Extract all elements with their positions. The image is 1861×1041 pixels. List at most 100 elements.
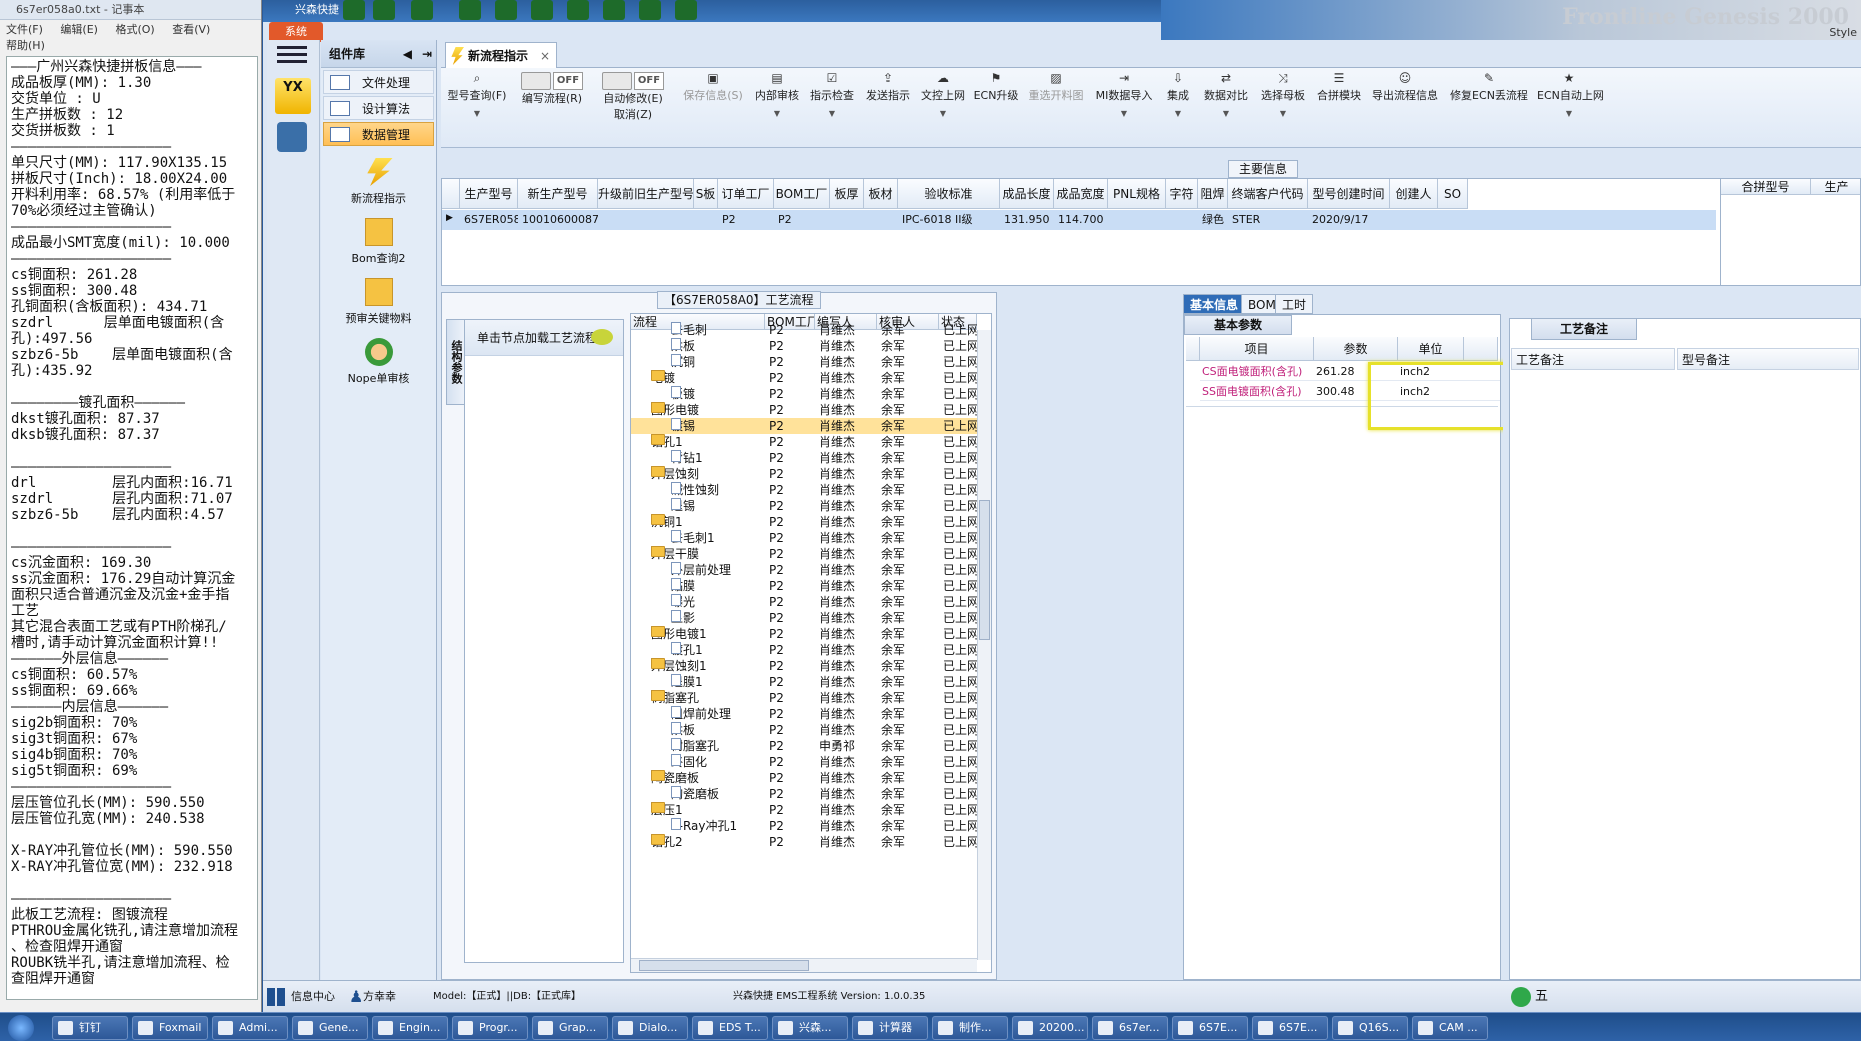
complib-item-file[interactable]: 文件处理 (323, 70, 434, 94)
column-header[interactable]: 订单工厂 (718, 179, 774, 209)
tree-row[interactable]: 碱性蚀刻 P2 肖维杰 余军 已上网 (631, 482, 977, 498)
grid-cell[interactable]: 6S7ER058A0 (460, 210, 518, 230)
info-center[interactable]: 信息中心 (291, 981, 335, 1013)
tree-row[interactable]: −沉铜1 P2 肖维杰 余军 已上网 (631, 514, 977, 530)
tree-row[interactable]: 贴膜 P2 肖维杰 余军 已上网 (631, 578, 977, 594)
column-header[interactable]: 升级前旧生产型号 (598, 179, 694, 209)
tree-node[interactable]: −钻孔2 (651, 834, 765, 850)
user-icon[interactable] (603, 0, 625, 20)
menu-icon[interactable] (567, 0, 589, 20)
system-tab[interactable]: 系统 (269, 22, 323, 42)
toolbar-button[interactable]: ☁ 文控上网 ▼ (919, 70, 967, 146)
menu-view[interactable]: 查看(V) (172, 22, 210, 38)
grid-cell[interactable] (1438, 210, 1468, 230)
toolbar-button[interactable]: ★ ECN自动上网 ▼ (1537, 70, 1604, 146)
tree-node[interactable]: −沉铜1 (651, 514, 765, 530)
toggle-switch[interactable]: OFF (517, 72, 587, 90)
tree-node[interactable]: 碱性蚀刻 (671, 482, 765, 498)
tree-node[interactable]: −图形电镀1 (651, 626, 765, 642)
toolbar-button[interactable]: OFF 自动修改(E) 取消(Z) (593, 70, 673, 146)
grid-cell[interactable]: 131.950 (1000, 210, 1054, 230)
tree-node[interactable]: 退锡 (671, 498, 765, 514)
tree-row[interactable]: −钻孔2 P2 肖维杰 余军 已上网 (631, 834, 977, 850)
toggle-switch[interactable]: OFF (593, 72, 673, 90)
tree-row[interactable]: −外层干膜 P2 肖维杰 余军 已上网 (631, 546, 977, 562)
tree-node[interactable]: −层压1 (651, 802, 765, 818)
toolbar-button[interactable]: ⚑ ECN升级 (973, 70, 1019, 146)
grid-cell[interactable] (864, 210, 898, 230)
chevron-down-icon[interactable]: ▼ (1161, 109, 1195, 118)
toolbar-button[interactable]: ⇄ 数据对比 ▼ (1201, 70, 1251, 146)
tree-node[interactable]: −电镀 (651, 370, 765, 386)
toolbar-button[interactable]: ☰ 合拼模块 (1315, 70, 1363, 146)
tree-row[interactable]: 曝光 P2 肖维杰 余军 已上网 (631, 594, 977, 610)
grid-icon[interactable] (411, 0, 433, 20)
column-header[interactable]: 创建人 (1390, 179, 1438, 209)
tree-row[interactable]: 树脂塞孔 P2 申勇祁 余军 已上网 (631, 738, 977, 754)
toolbar-button[interactable]: ⤨ 选择母板 ▼ (1257, 70, 1309, 146)
column-header[interactable]: 生产型号 (460, 179, 518, 209)
tree-node[interactable]: 去毛刺 (671, 322, 765, 338)
column-header[interactable]: 新生产型号 (518, 179, 598, 209)
tree-node[interactable]: 贴膜 (671, 578, 765, 594)
tree-row[interactable]: −层压1 P2 肖维杰 余军 已上网 (631, 802, 977, 818)
tree-row[interactable]: 烘板 P2 肖维杰 余军 已上网 (631, 338, 977, 354)
tree-row[interactable]: −图形电镀1 P2 肖维杰 余军 已上网 (631, 626, 977, 642)
column-header[interactable]: SO (1438, 179, 1468, 209)
tree-node[interactable]: 背钻1 (671, 450, 765, 466)
tree-row[interactable]: −树脂塞孔 P2 肖维杰 余军 已上网 (631, 690, 977, 706)
param-column-header[interactable]: 项目 (1200, 337, 1314, 361)
chevron-down-icon[interactable]: ▼ (443, 109, 511, 118)
grid-cell[interactable] (1390, 210, 1438, 230)
grid-cell[interactable]: STER (1228, 210, 1308, 230)
tree-row[interactable]: 镀锡 P2 肖维杰 余军 已上网 (631, 418, 977, 434)
column-header[interactable]: 字符 (1166, 179, 1198, 209)
tree-row[interactable]: 退膜1 P2 肖维杰 余军 已上网 (631, 674, 977, 690)
tree-row[interactable]: 背钻1 P2 肖维杰 余军 已上网 (631, 450, 977, 466)
tree-row[interactable]: −外层蚀刻 P2 肖维杰 余军 已上网 (631, 466, 977, 482)
tab-basic-info[interactable]: 基本信息 (1183, 294, 1246, 314)
toolbar-button[interactable]: ⌕ 型号查询(F) ▼ (443, 70, 511, 146)
tray-icon[interactable] (639, 0, 661, 20)
complib-item-design[interactable]: 设计算法 (323, 96, 434, 120)
tree-node[interactable]: 退膜1 (671, 674, 765, 690)
tree-row[interactable]: −钻孔1 P2 肖维杰 余军 已上网 (631, 434, 977, 450)
calculator-icon[interactable] (277, 122, 307, 152)
tree-node[interactable]: −外层蚀刻 (651, 466, 765, 482)
click-node-hint[interactable]: 单击节点加载工艺流程 (465, 320, 623, 356)
hamburger-icon[interactable] (277, 46, 307, 70)
toolbar-button[interactable]: OFF 编写流程(R) (517, 70, 587, 146)
toolbar-button[interactable]: ☑ 指示检查 ▼ (807, 70, 857, 146)
tree-node[interactable]: 烘板 (671, 722, 765, 738)
tree-row[interactable]: 烘板 P2 肖维杰 余军 已上网 (631, 722, 977, 738)
new-process-item[interactable]: 新流程指示 (321, 158, 436, 206)
menu-format[interactable]: 格式(O) (115, 22, 154, 38)
column-header[interactable]: 阻焊 (1198, 179, 1228, 209)
window-icon[interactable] (675, 0, 697, 20)
grid-cell[interactable] (598, 210, 694, 230)
column-header[interactable]: 生产 (1811, 179, 1860, 195)
taskbar-button[interactable]: 钉钉 (52, 1016, 128, 1040)
toolbar-button[interactable]: ✎ 修复ECN丢流程 (1447, 70, 1531, 146)
tree-node[interactable]: 板镀 (671, 386, 765, 402)
menu-file[interactable]: 文件(F) (6, 22, 43, 38)
chevron-down-icon[interactable]: ▼ (1093, 109, 1155, 118)
tree-node[interactable]: −钻孔1 (651, 434, 765, 450)
tab-work-hours[interactable]: 工时 (1275, 294, 1314, 314)
tree-row[interactable]: 显影 P2 肖维杰 余军 已上网 (631, 610, 977, 626)
tab-new-process[interactable]: 新流程指示 × (445, 42, 557, 68)
ime-logo-icon[interactable] (1511, 987, 1531, 1007)
tree-horizontal-scrollbar[interactable] (631, 958, 977, 972)
taskbar-button[interactable]: Progr... (452, 1016, 528, 1040)
column-header[interactable]: 板材 (864, 179, 898, 209)
column-header[interactable]: 终端客户代码 (1228, 179, 1308, 209)
tree-node[interactable]: 阻焊前处理 (671, 706, 765, 722)
taskbar-button[interactable]: 6S7E... (1172, 1016, 1248, 1040)
tree-row[interactable]: −外层蚀刻1 P2 肖维杰 余军 已上网 (631, 658, 977, 674)
tree-row[interactable]: X-Ray冲孔1 P2 肖维杰 余军 已上网 (631, 818, 977, 834)
tree-row[interactable]: 外层前处理 P2 肖维杰 余军 已上网 (631, 562, 977, 578)
bom-query-item[interactable]: Bom查询2 (321, 218, 436, 266)
taskbar-button[interactable]: 6S7E... (1252, 1016, 1328, 1040)
tree-node[interactable]: 陶瓷磨板 (671, 786, 765, 802)
tree-node[interactable]: 去毛刺1 (671, 530, 765, 546)
